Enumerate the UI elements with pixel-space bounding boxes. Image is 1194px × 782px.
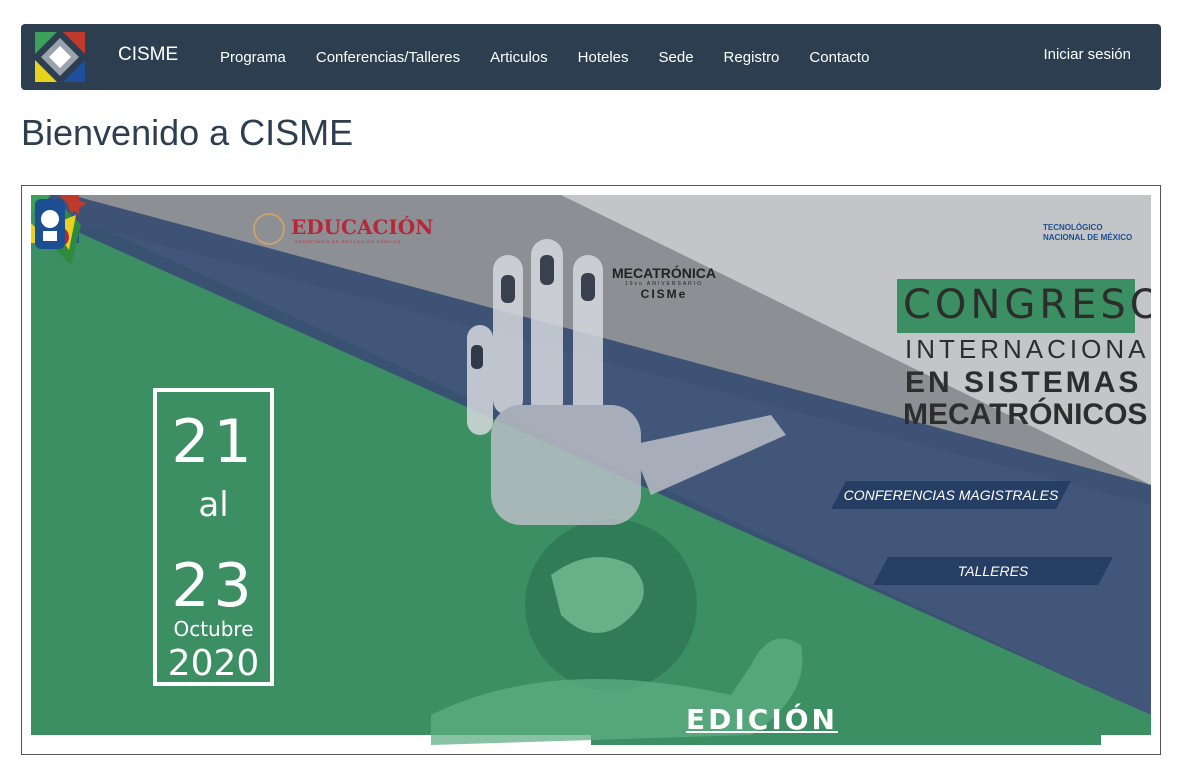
cisme-logo-icon[interactable] <box>35 32 85 82</box>
mecatronica-text: MECATRÓNICA <box>612 265 716 281</box>
date-month: Octubre <box>173 617 254 641</box>
edicion-text: EDICIÓN <box>686 703 838 736</box>
tecnm-logo-icon <box>35 199 65 249</box>
banner-title-line4: MECATRÓNICOS <box>903 398 1148 431</box>
banner-image: EDUCACIÓN SECRETARÍA DE EDUCACIÓN PÚBLIC… <box>21 185 1161 755</box>
date-start: 21 <box>171 407 256 477</box>
navbar-brand[interactable]: CISME <box>118 44 178 66</box>
nav-sede[interactable]: Sede <box>644 49 709 66</box>
banner-title-line3: EN SISTEMAS <box>905 366 1142 399</box>
talleres-button[interactable]: TALLERES <box>873 557 1113 585</box>
nav-articulos[interactable]: Articulos <box>475 49 563 66</box>
educacion-sub-text: SECRETARÍA DE EDUCACIÓN PÚBLICA <box>295 239 402 244</box>
login-link[interactable]: Iniciar sesión <box>1043 46 1131 63</box>
date-year: 2020 <box>167 643 260 684</box>
tecnm-line2: NACIONAL DE MÉXICO <box>1043 233 1133 242</box>
nav-programa[interactable]: Programa <box>205 49 301 66</box>
tecnm-line1: TECNOLÓGICO <box>1043 223 1103 232</box>
cisme-logo-text: CISMe <box>640 287 688 301</box>
nav-conferencias-talleres[interactable]: Conferencias/Talleres <box>301 49 475 66</box>
banner-title-line2: INTERNACIONAL <box>905 334 1151 364</box>
conferencias-magistrales-button[interactable]: CONFERENCIAS MAGISTRALES <box>831 481 1071 509</box>
tecnm-logo-text: TECNOLÓGICO NACIONAL DE MÉXICO <box>1043 223 1132 243</box>
date-al: al <box>198 485 229 525</box>
nav-links: Programa Conferencias/Talleres Articulos… <box>205 24 884 90</box>
nav-contacto[interactable]: Contacto <box>794 49 884 66</box>
banner-title-line1: CONGRESO <box>903 282 1151 328</box>
banner-canvas: EDUCACIÓN SECRETARÍA DE EDUCACIÓN PÚBLIC… <box>31 195 1151 745</box>
date-end: 23 <box>171 551 256 621</box>
event-date-box: 21 al 23 Octubre 2020 <box>153 388 274 686</box>
page-title: Bienvenido a CISME <box>21 112 354 153</box>
sep-seal-icon <box>253 213 285 245</box>
educacion-logo-text: EDUCACIÓN <box>291 215 434 239</box>
nav-hoteles[interactable]: Hoteles <box>563 49 644 66</box>
top-navbar: CISME Programa Conferencias/Talleres Art… <box>21 24 1161 90</box>
nav-registro[interactable]: Registro <box>709 49 795 66</box>
